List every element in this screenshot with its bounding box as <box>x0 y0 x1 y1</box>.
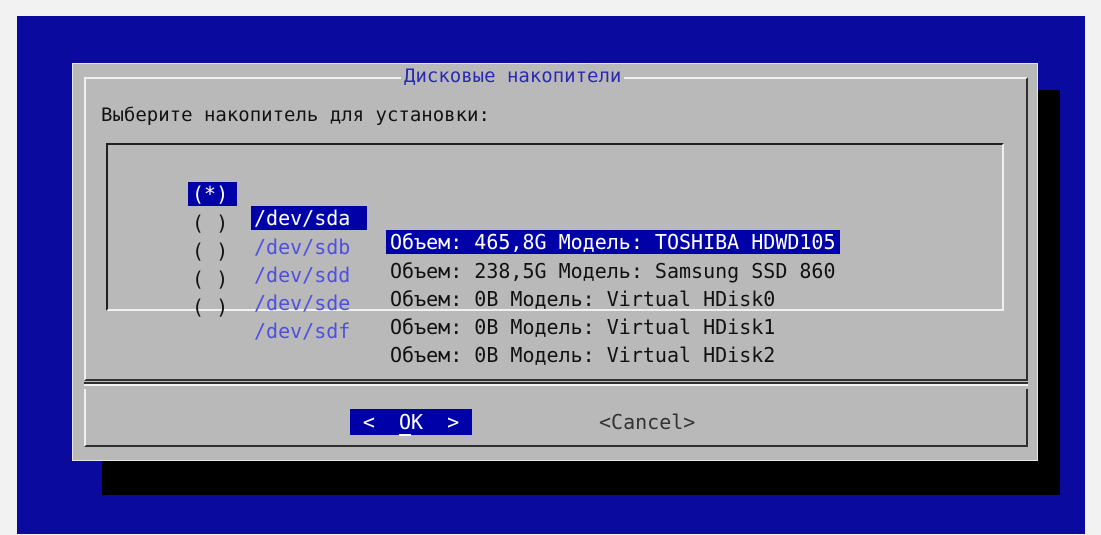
radio-mark[interactable]: (*) <box>188 182 237 206</box>
radio-mark[interactable]: ( ) <box>192 239 237 263</box>
device-info: Объем: 0B Модель: Virtual HDisk0 <box>390 287 776 311</box>
device-name: /dev/sde <box>254 291 351 315</box>
device-info: Объем: 0B Модель: Virtual HDisk2 <box>390 343 776 367</box>
device-info: Объем: 0B Модель: Virtual HDisk1 <box>390 315 776 339</box>
drive-option-sdb[interactable]: ( ) /dev/sdb Объем: 238,5G Модель: Samsu… <box>108 187 836 283</box>
ok-label-rest: K <box>411 410 424 434</box>
ok-button[interactable]: < OK > <box>350 409 472 436</box>
device-info: Объем: 238,5G Модель: Samsung SSD 860 <box>390 259 836 283</box>
ok-bracket-right: > <box>447 410 460 434</box>
radio-mark[interactable]: ( ) <box>192 267 237 291</box>
device-info: Объем: 465,8G Модель: TOSHIBA HDWD105 <box>386 230 840 254</box>
button-bar: < OK > <Cancel> <box>84 389 1028 447</box>
drive-list[interactable]: (*) /dev/sda Объем: 465,8G Модель: TOSHI… <box>106 143 1004 367</box>
cancel-button[interactable]: <Cancel> <box>599 409 695 435</box>
dialog-title: Дисковые накопители <box>401 64 625 88</box>
disk-selection-dialog: Дисковые накопители Выберите накопитель … <box>72 63 1038 461</box>
radio-mark[interactable]: ( ) <box>192 295 237 319</box>
device-name: /dev/sdb <box>254 235 351 259</box>
device-name: /dev/sdf <box>254 319 351 343</box>
drive-option-sdf[interactable]: ( ) /dev/sdf Объем: 0B Модель: Virtual H… <box>108 271 775 367</box>
dialog-prompt: Выберите накопитель для установки: <box>101 104 490 126</box>
device-name: /dev/sdd <box>254 263 351 287</box>
radio-mark[interactable]: ( ) <box>192 211 237 235</box>
button-separator-highlight <box>84 384 1028 386</box>
drive-option-sda[interactable]: (*) /dev/sda Объем: 465,8G Модель: TOSHI… <box>108 158 840 254</box>
ok-bracket-left: < <box>362 410 375 434</box>
ok-hotkey: O <box>398 410 411 436</box>
device-name: /dev/sda <box>251 206 367 230</box>
drive-option-sdd[interactable]: ( ) /dev/sdd Объем: 0B Модель: Virtual H… <box>108 215 775 311</box>
drive-option-sde[interactable]: ( ) /dev/sde Объем: 0B Модель: Virtual H… <box>108 243 775 339</box>
